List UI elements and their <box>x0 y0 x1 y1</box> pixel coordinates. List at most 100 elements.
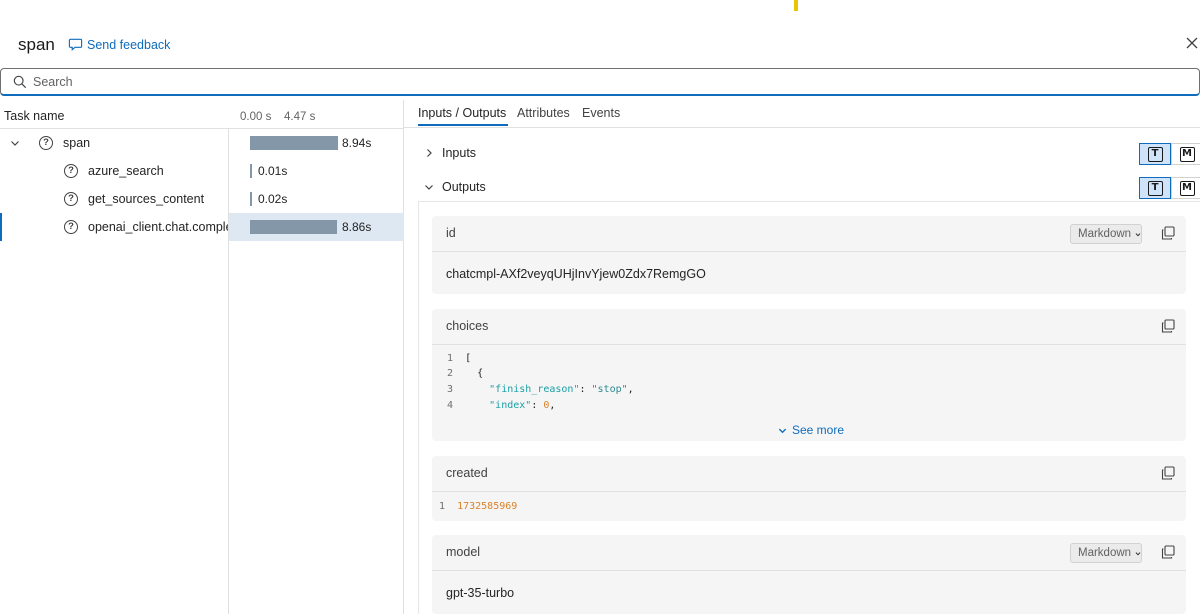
task-name: openai_client.chat.completions.create <box>88 220 228 234</box>
page-title: span <box>18 35 55 54</box>
card-header: choices <box>432 309 1186 345</box>
panel-header: span Send feedback <box>0 30 1200 58</box>
duration-bar <box>250 164 252 178</box>
code-line: 2 { <box>447 368 483 379</box>
json-end: , <box>627 384 634 395</box>
outputs-label[interactable]: Outputs <box>442 180 486 194</box>
detail-tabs: Inputs / Outputs Attributes Events <box>404 100 1200 128</box>
task-tree-panel: Task name 0.00 s 4.47 s ? span 8.94s ? a… <box>0 100 404 614</box>
send-feedback-link[interactable]: Send feedback <box>68 37 170 52</box>
json-value: "stop" <box>591 384 628 395</box>
task-name: azure_search <box>88 164 164 178</box>
send-feedback-label: Send feedback <box>87 37 171 52</box>
code-line: 1 1732585969 <box>439 501 517 512</box>
copy-icon[interactable] <box>1161 226 1175 240</box>
task-name-cell: ? span <box>0 129 228 157</box>
chevron-down-icon <box>1135 551 1141 555</box>
format-dropdown-value: Markdown <box>1078 228 1132 240</box>
task-row-get-sources-content[interactable]: ? get_sources_content 0.02s <box>0 185 404 213</box>
card-title: id <box>446 226 456 240</box>
line-number: 3 <box>447 384 454 395</box>
json-key: "finish_reason" <box>489 384 580 395</box>
copy-icon[interactable] <box>1161 466 1175 480</box>
markdown-format-icon: M <box>1179 180 1195 196</box>
timeline-start-label: 0.00 s <box>240 111 272 123</box>
card-title: choices <box>446 319 489 333</box>
card-header: model Markdown <box>432 535 1186 571</box>
duration-bar <box>250 136 338 150</box>
detail-panel: Inputs / Outputs Attributes Events Input… <box>404 100 1200 614</box>
line-number: 4 <box>447 400 454 411</box>
top-marker <box>794 0 798 11</box>
json-value: 1732585969 <box>457 501 518 512</box>
task-name-cell: ? get_sources_content <box>0 185 228 213</box>
text-format-icon: T <box>1147 146 1163 162</box>
duration-bar <box>250 220 337 234</box>
text-format-icon: T <box>1147 180 1163 196</box>
duration-label: 8.86s <box>342 220 372 234</box>
format-dropdown[interactable]: Markdown <box>1070 224 1142 244</box>
help-circle-icon: ? <box>39 136 53 150</box>
code-line: 1 [ <box>447 353 471 364</box>
help-circle-icon: ? <box>64 220 78 234</box>
close-icon[interactable] <box>1184 35 1200 51</box>
column-divider <box>228 128 229 614</box>
line-number: 1 <box>439 501 446 512</box>
chevron-right-icon[interactable] <box>424 148 434 158</box>
markdown-format-toggle[interactable]: M <box>1171 143 1200 165</box>
format-dropdown-value: Markdown <box>1078 547 1132 559</box>
tab-inputs-outputs[interactable]: Inputs / Outputs <box>418 106 506 120</box>
chevron-down-icon[interactable] <box>424 182 434 192</box>
task-name-header: Task name <box>4 109 65 123</box>
inputs-section-header[interactable]: Inputs T M <box>404 142 1200 165</box>
task-name: span <box>63 136 91 150</box>
chevron-down-icon <box>1135 232 1141 236</box>
timeline-mid-label: 4.47 s <box>284 111 316 123</box>
see-more-label: See more <box>792 423 845 437</box>
inputs-label[interactable]: Inputs <box>442 146 476 160</box>
text-format-toggle[interactable]: T <box>1139 177 1171 199</box>
card-header: created <box>432 456 1186 492</box>
json-sep: : <box>531 400 544 411</box>
output-card-id: id Markdown chatcmpl-AXf2veyqUHjInvYjew0… <box>432 216 1186 294</box>
card-header: id Markdown <box>432 216 1186 252</box>
task-row-openai-client[interactable]: ? openai_client.chat.completions.create … <box>0 213 404 241</box>
search-icon <box>13 75 27 88</box>
code-line: 3 "finish_reason": "stop", <box>447 384 634 395</box>
help-circle-icon: ? <box>64 192 78 206</box>
help-circle-icon: ? <box>64 164 78 178</box>
active-tab-indicator <box>418 124 508 126</box>
search-box[interactable] <box>0 68 1200 96</box>
task-row-azure-search[interactable]: ? azure_search 0.01s <box>0 157 404 185</box>
task-name-cell: ? openai_client.chat.completions.create <box>0 213 228 241</box>
format-dropdown[interactable]: Markdown <box>1070 543 1142 563</box>
chevron-down-icon[interactable] <box>10 138 20 148</box>
duration-label: 0.02s <box>258 192 288 206</box>
selection-indicator <box>0 213 2 241</box>
task-name: get_sources_content <box>88 192 205 206</box>
chevron-down-icon <box>778 428 787 433</box>
markdown-format-toggle[interactable]: M <box>1171 177 1200 199</box>
text-format-toggle[interactable]: T <box>1139 143 1171 165</box>
see-more-link[interactable]: See more <box>778 423 844 437</box>
line-number: 1 <box>447 353 454 364</box>
code-text: [ <box>465 353 472 364</box>
json-key: "index" <box>489 400 532 411</box>
tab-attributes[interactable]: Attributes <box>517 106 570 120</box>
duration-label: 8.94s <box>342 136 372 150</box>
tab-events[interactable]: Events <box>582 106 620 120</box>
output-card-choices: choices 1 [ 2 { 3 "finish_reason": "stop… <box>432 309 1186 441</box>
card-title: created <box>446 466 488 480</box>
card-value: chatcmpl-AXf2veyqUHjInvYjew0Zdx7RemgGO <box>446 267 706 281</box>
code-line: 4 "index": 0, <box>447 400 555 411</box>
outputs-section-header[interactable]: Outputs T M <box>404 176 1200 199</box>
search-input[interactable] <box>33 74 933 89</box>
json-end: , <box>549 400 556 411</box>
card-value: gpt-35-turbo <box>446 586 515 600</box>
copy-icon[interactable] <box>1161 319 1175 333</box>
feedback-icon <box>68 38 83 51</box>
task-name-cell: ? azure_search <box>0 157 228 185</box>
copy-icon[interactable] <box>1161 545 1175 559</box>
task-row-span[interactable]: ? span 8.94s <box>0 129 404 157</box>
line-number: 2 <box>447 368 454 379</box>
